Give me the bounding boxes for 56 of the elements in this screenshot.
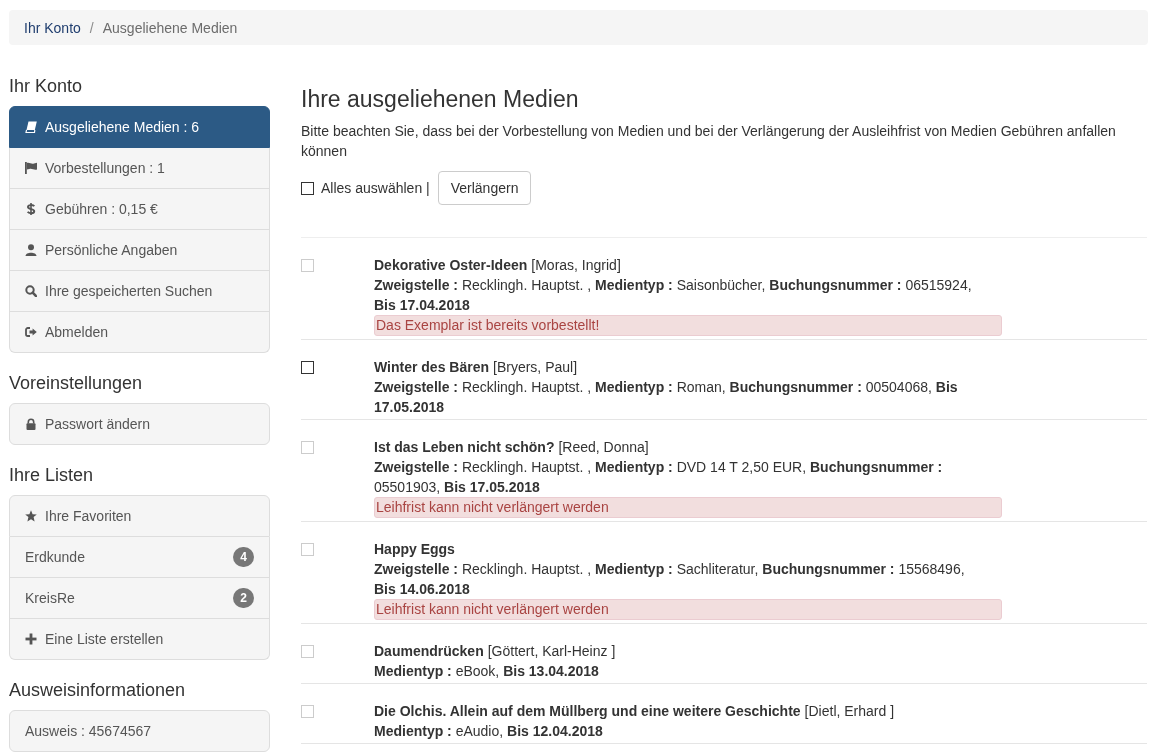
media-details: Zweigstelle : Recklingh. Hauptst. , Medientyp : DVD 14 T 2,50 EUR, Buchungsnummer : 05501903, Bis 17.05.2018 <box>374 458 944 497</box>
sidebar-link[interactable]: Ausgeliehene Medien : 6 <box>9 106 270 148</box>
select-all-checkbox[interactable] <box>301 181 314 195</box>
breadcrumb-link[interactable]: Ihr Konto <box>24 17 81 38</box>
media-author: [Moras, Ingrid] <box>531 257 621 273</box>
page-title: Ihre ausgeliehenen Medien <box>301 86 580 112</box>
media-details: Zweigstelle : Recklingh. Hauptst. , Medientyp : Sachliteratur, Buchungsnummer : 15568496, Bis 14.06.2018 <box>374 560 966 599</box>
warning-message: Leihfrist kann nicht verlängert werden <box>374 497 1002 518</box>
sidebar-link[interactable]: Passwort ändern <box>9 403 270 445</box>
plus-icon <box>25 633 37 645</box>
breadcrumb-current: Ausgeliehene Medien <box>102 18 238 38</box>
person-icon <box>25 244 37 256</box>
breadcrumb-separator: / <box>88 18 95 38</box>
sidebar-link[interactable]: Eine Liste erstellen <box>9 619 270 660</box>
library-card-info: Ausweis : 45674567 <box>9 710 270 752</box>
media-title: Dekorative Oster-Ideen <box>374 257 528 273</box>
count-badge: 4 <box>233 547 254 567</box>
warning-message: Das Exemplar ist bereits vorbestellt! <box>374 315 1002 336</box>
media-title: Ist das Leben nicht schön? <box>374 439 555 455</box>
sidebar-link[interactable]: Gebühren : 0,15 € <box>9 189 270 230</box>
sidebar-link[interactable]: Ihre Favoriten <box>9 495 270 537</box>
lock-icon <box>25 418 37 430</box>
media-title: Happy Eggs <box>374 541 455 557</box>
media-author: [Reed, Donna] <box>558 439 649 455</box>
select-all-label: Alles auswählen | <box>321 179 430 198</box>
renew-button[interactable]: Verlängern <box>437 171 532 205</box>
sidebar-link[interactable]: KreisRe 2 <box>9 578 270 619</box>
media-title: Die Olchis. Allein auf dem Müllberg und eine weitere Geschichte <box>374 703 801 719</box>
media-details: Zweigstelle : Recklingh. Hauptst. , Medientyp : Roman, Buchungsnummer : 00504068, Bis 17.05.2018 <box>374 378 959 417</box>
sidebar-link[interactable]: Vorbestellungen : 1 <box>9 148 270 189</box>
item-checkbox[interactable] <box>301 361 314 374</box>
dollar-icon <box>25 203 37 215</box>
star-icon <box>25 510 37 522</box>
flag-icon <box>25 162 37 174</box>
book-icon <box>25 121 37 133</box>
sidebar-link[interactable]: Erdkunde 4 <box>9 537 270 578</box>
notice-text: Bitte beachten Sie, dass bei der Vorbestellung von Medien und bei der Verlängerung der Ausleihfrist von Medien Gebühren anfallen können <box>301 122 1117 161</box>
media-details: Medientyp : eAudio, Bis 12.04.2018 <box>374 722 604 741</box>
search-icon <box>25 285 37 297</box>
sidebar-link[interactable]: Ihre gespeicherten Suchen <box>9 271 270 312</box>
sidebar-link[interactable]: Abmelden <box>9 312 270 353</box>
count-badge: 2 <box>233 588 254 608</box>
section-heading: Ihr Konto <box>9 76 84 96</box>
warning-message: Leihfrist kann nicht verlängert werden <box>374 599 1002 620</box>
section-heading: Ausweisinformationen <box>9 680 187 700</box>
media-author: [Dietl, Erhard ] <box>804 703 895 719</box>
media-details: Zweigstelle : Recklingh. Hauptst. , Medientyp : Saisonbücher, Buchungsnummer : 06515924, Bis 17.04.2018 <box>374 276 973 315</box>
sidebar-link[interactable]: Persönliche Angaben <box>9 230 270 271</box>
media-author: [Göttert, Karl-Heinz ] <box>487 643 616 659</box>
media-details: Medientyp : eBook, Bis 13.04.2018 <box>374 662 600 681</box>
section-heading: Voreinstellungen <box>9 373 144 393</box>
media-title: Winter des Bären <box>374 359 489 375</box>
section-heading: Ihre Listen <box>9 465 95 485</box>
media-title: Daumendrücken <box>374 643 484 659</box>
exit-arrow-icon <box>25 326 37 338</box>
media-author: [Bryers, Paul] <box>493 359 578 375</box>
